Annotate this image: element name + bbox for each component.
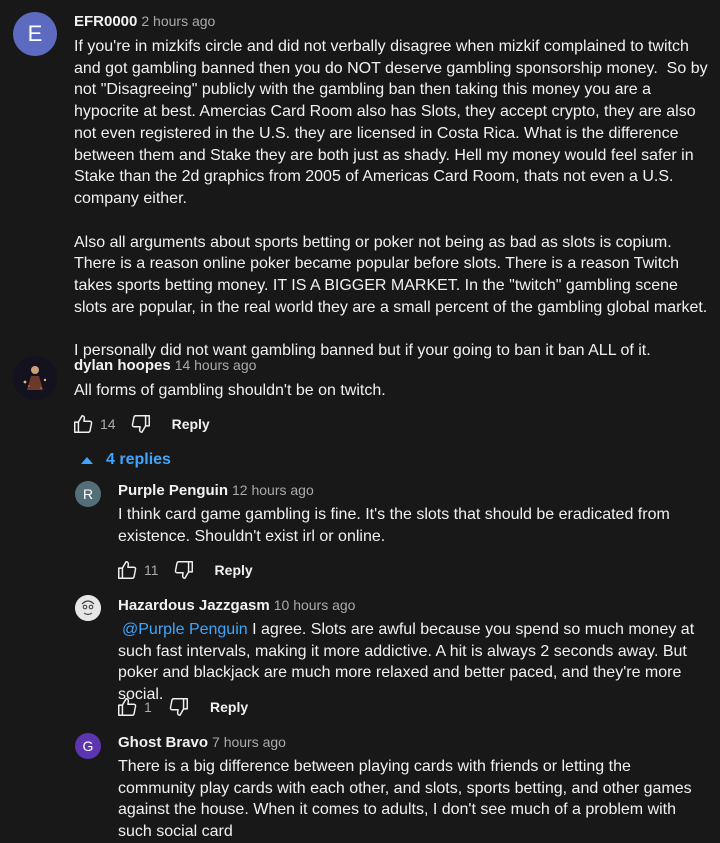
avatar-letter: R [82,486,94,502]
sketch-face-avatar [75,595,101,621]
mention-link[interactable]: @Purple Penguin [122,621,248,638]
reply-text: I think card game gambling is fine. It's… [118,506,670,545]
thumbs-down-icon[interactable] [173,559,195,581]
reply-time[interactable]: 12 hours ago [232,482,314,498]
like-count: 14 [100,416,116,432]
author-name[interactable]: EFR0000 [74,13,137,30]
author-name[interactable]: dylan hoopes [74,357,171,374]
comment-paragraph: Also all arguments about sports betting … [74,233,708,316]
author-name[interactable]: Hazardous Jazzgasm [118,597,270,614]
replies-count-label: 4 replies [106,451,171,468]
reply-button[interactable]: Reply [172,416,210,432]
comment-time[interactable]: 2 hours ago [141,13,215,29]
comment-header: EFR0000 2 hours ago [74,13,215,30]
caret-up-icon [80,455,94,465]
reply-actions: 11 Reply [116,557,253,583]
like-count: 11 [144,562,159,578]
avatar[interactable]: E [13,12,57,56]
reply-time[interactable]: 10 hours ago [274,597,356,613]
comment-time[interactable]: 14 hours ago [175,357,257,373]
reply-text: There is a big difference between playin… [118,758,692,841]
avatar[interactable] [75,595,101,621]
thumbs-up-icon[interactable] [116,696,138,718]
reply-button[interactable]: Reply [210,699,248,715]
thumbs-up-icon[interactable] [116,559,138,581]
comment-text: All forms of gambling shouldn't be on tw… [74,382,386,399]
comment-actions: 14 Reply [72,411,210,437]
reply-button[interactable]: Reply [215,562,253,578]
reply-header: Ghost Bravo 7 hours ago [118,734,286,751]
reply-header: Purple Penguin 12 hours ago [118,482,314,499]
avatar-letter: G [82,738,94,754]
reply-text: @Purple Penguin I agree. Slots are awful… [118,619,703,706]
like-count: 1 [144,699,152,715]
avatar[interactable]: G [75,733,101,759]
dark-figure-avatar [13,356,57,400]
avatar[interactable]: R [75,481,101,507]
avatar[interactable] [13,356,57,400]
thumbs-up-icon[interactable] [72,413,94,435]
thumbs-down-icon[interactable] [130,413,152,435]
comment-text: If you're in mizkifs circle and did not … [74,36,714,362]
thumbs-down-icon[interactable] [168,696,190,718]
reply-time[interactable]: 7 hours ago [212,734,286,750]
comment-header: dylan hoopes 14 hours ago [74,357,256,374]
replies-toggle-button[interactable]: 4 replies [80,451,171,469]
author-name[interactable]: Ghost Bravo [118,734,208,751]
comment-paragraph: If you're in mizkifs circle and did not … [74,38,713,207]
reply-header: Hazardous Jazzgasm 10 hours ago [118,597,355,614]
avatar-letter: E [27,21,43,46]
reply-actions: 1 Reply [116,694,248,720]
author-name[interactable]: Purple Penguin [118,482,228,499]
